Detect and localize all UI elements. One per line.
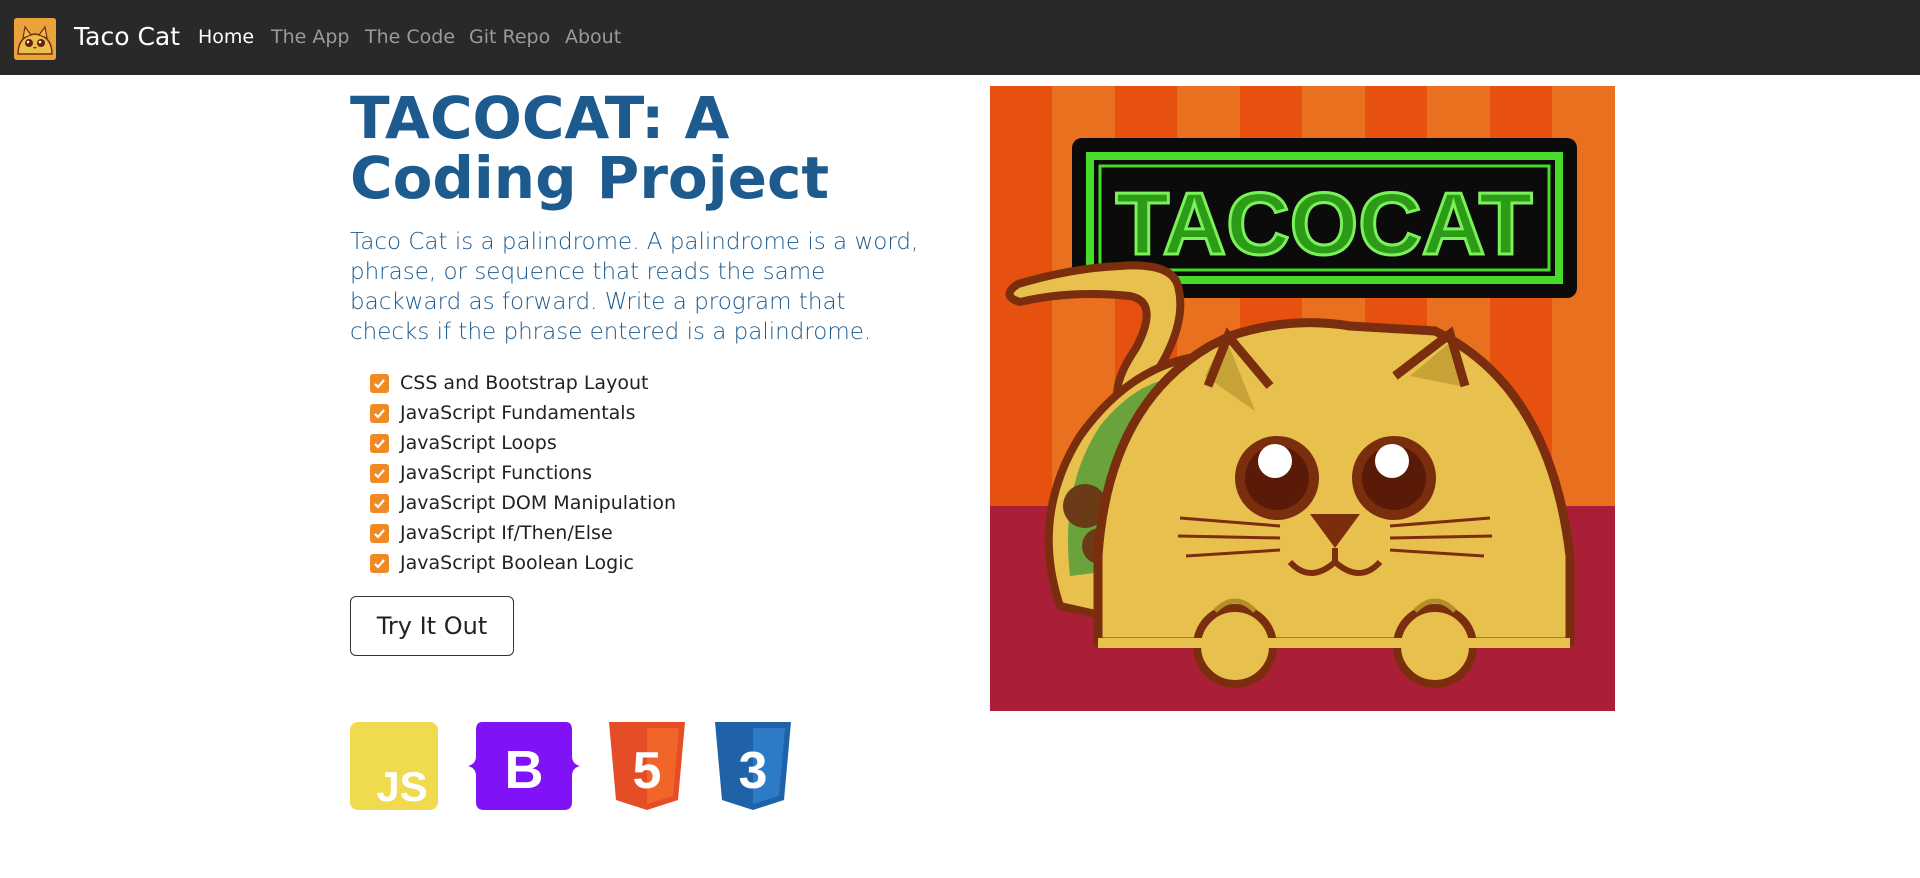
- taco-cat-logo-icon[interactable]: [14, 18, 56, 60]
- checkbox-checked-icon: [370, 463, 389, 483]
- feature-list: CSS and Bootstrap Layout JavaScript Fund…: [370, 368, 676, 578]
- page-title: TACOCAT: A Coding Project: [350, 84, 830, 212]
- html5-logo-icon: 5: [609, 722, 685, 810]
- feature-item: JavaScript Fundamentals: [370, 398, 676, 428]
- checkbox-checked-icon: [370, 493, 389, 513]
- checkbox-checked-icon: [370, 523, 389, 543]
- javascript-logo-icon: JS: [350, 722, 438, 810]
- css3-logo-icon: 3: [715, 722, 791, 810]
- feature-item: JavaScript If/Then/Else: [370, 518, 676, 548]
- css3-logo-text: 3: [739, 742, 768, 800]
- feature-label: JavaScript Boolean Logic: [400, 552, 634, 574]
- html5-logo-text: 5: [633, 742, 662, 800]
- hero-description: Taco Cat is a palindrome. A palindrome i…: [350, 229, 919, 345]
- feature-label: JavaScript Functions: [400, 462, 592, 484]
- checkbox-checked-icon: [370, 553, 389, 573]
- feature-item: JavaScript Functions: [370, 458, 676, 488]
- checkbox-checked-icon: [370, 403, 389, 423]
- bootstrap-logo-text: B: [505, 740, 544, 800]
- nav-link-git-repo[interactable]: Git Repo: [469, 26, 550, 48]
- feature-item: CSS and Bootstrap Layout: [370, 368, 676, 398]
- feature-item: JavaScript DOM Manipulation: [370, 488, 676, 518]
- neon-sign-text: TACOCAT: [1115, 174, 1532, 273]
- nav-link-about[interactable]: About: [565, 26, 621, 48]
- bootstrap-logo-icon: B: [468, 722, 580, 810]
- javascript-logo-text: JS: [376, 763, 427, 810]
- navbar: Taco Cat Home The App The Code Git Repo …: [0, 0, 1920, 75]
- checkbox-checked-icon: [370, 373, 389, 393]
- feature-label: CSS and Bootstrap Layout: [400, 372, 649, 394]
- try-it-out-button[interactable]: Try It Out: [350, 596, 514, 656]
- checkbox-checked-icon: [370, 433, 389, 453]
- nav-link-home[interactable]: Home: [198, 26, 254, 48]
- feature-item: JavaScript Loops: [370, 428, 676, 458]
- feature-label: JavaScript DOM Manipulation: [400, 492, 677, 514]
- brand-name[interactable]: Taco Cat: [74, 22, 180, 51]
- feature-label: JavaScript If/Then/Else: [400, 522, 613, 544]
- feature-label: JavaScript Loops: [400, 432, 557, 454]
- nav-link-the-code[interactable]: The Code: [365, 26, 455, 48]
- feature-item: JavaScript Boolean Logic: [370, 548, 676, 578]
- tacocat-hero-image: TACOCAT: [990, 86, 1615, 711]
- feature-label: JavaScript Fundamentals: [400, 402, 636, 424]
- nav-link-the-app[interactable]: The App: [271, 26, 350, 48]
